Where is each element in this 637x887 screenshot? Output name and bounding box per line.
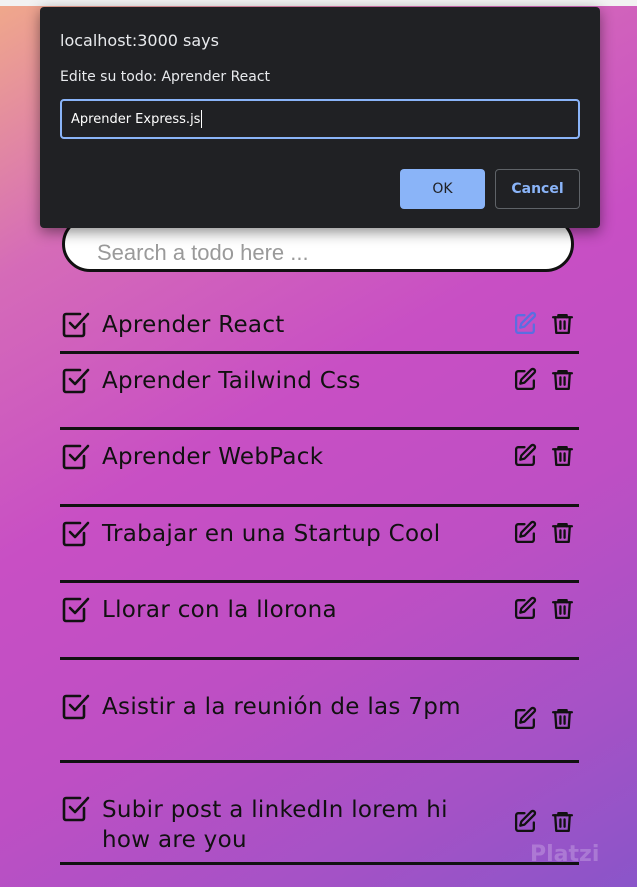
browser-top-strip — [0, 0, 637, 6]
dialog-message: Edite su todo: Aprender React — [60, 69, 271, 85]
todo-item: Llorar con la llorona — [60, 583, 579, 660]
dialog-input-value: Aprender Express.js — [71, 111, 201, 127]
todo-item: Aprender WebPack — [60, 430, 579, 507]
todo-text: Aprender React — [102, 312, 285, 338]
checkbox-checked-icon[interactable] — [60, 364, 92, 396]
trash-icon[interactable] — [550, 311, 575, 336]
todo-text: Asistir a la reunión de las 7pm — [102, 694, 461, 720]
search-placeholder: Search a todo here ... — [97, 240, 309, 265]
todo-text: Aprender Tailwind Css — [102, 368, 361, 394]
dialog-text-input[interactable]: Aprender Express.js — [60, 99, 580, 139]
todo-item: Asistir a la reunión de las 7pm — [60, 660, 579, 763]
todo-item: Subir post a linkedIn lorem hi how are y… — [60, 763, 579, 865]
checkbox-checked-icon[interactable] — [60, 593, 92, 625]
todo-item: Aprender Tailwind Css — [60, 354, 579, 430]
trash-icon[interactable] — [550, 596, 575, 621]
edit-icon[interactable] — [513, 520, 538, 545]
edit-icon[interactable] — [513, 596, 538, 621]
trash-icon[interactable] — [550, 809, 575, 834]
prompt-dialog: localhost:3000 says Edite su todo: Apren… — [40, 7, 600, 228]
todo-text: Llorar con la llorona — [102, 597, 337, 623]
checkbox-checked-icon[interactable] — [60, 690, 92, 722]
trash-icon[interactable] — [550, 367, 575, 392]
todo-text: Aprender WebPack — [102, 444, 324, 470]
text-caret — [201, 110, 203, 128]
checkbox-checked-icon[interactable] — [60, 792, 92, 824]
edit-icon[interactable] — [513, 443, 538, 468]
checkbox-checked-icon[interactable] — [60, 517, 92, 549]
checkbox-checked-icon[interactable] — [60, 308, 92, 340]
todo-item: Trabajar en una Startup Cool — [60, 507, 579, 583]
todo-text: Subir post a linkedIn lorem hi how are y… — [102, 797, 448, 853]
todo-text: Trabajar en una Startup Cool — [102, 521, 441, 547]
todo-list: Aprender React Aprender Tailwind Css Apr… — [60, 298, 579, 865]
edit-icon[interactable] — [513, 367, 538, 392]
trash-icon[interactable] — [550, 706, 575, 731]
platzi-watermark: Platzi — [530, 842, 600, 867]
edit-icon[interactable] — [513, 706, 538, 731]
checkbox-checked-icon[interactable] — [60, 440, 92, 472]
ok-button[interactable]: OK — [400, 169, 485, 209]
edit-icon[interactable] — [513, 311, 538, 336]
todo-item: Aprender React — [60, 298, 579, 354]
dialog-title: localhost:3000 says — [60, 31, 219, 50]
trash-icon[interactable] — [550, 520, 575, 545]
trash-icon[interactable] — [550, 443, 575, 468]
edit-icon[interactable] — [513, 809, 538, 834]
cancel-button[interactable]: Cancel — [495, 169, 580, 209]
